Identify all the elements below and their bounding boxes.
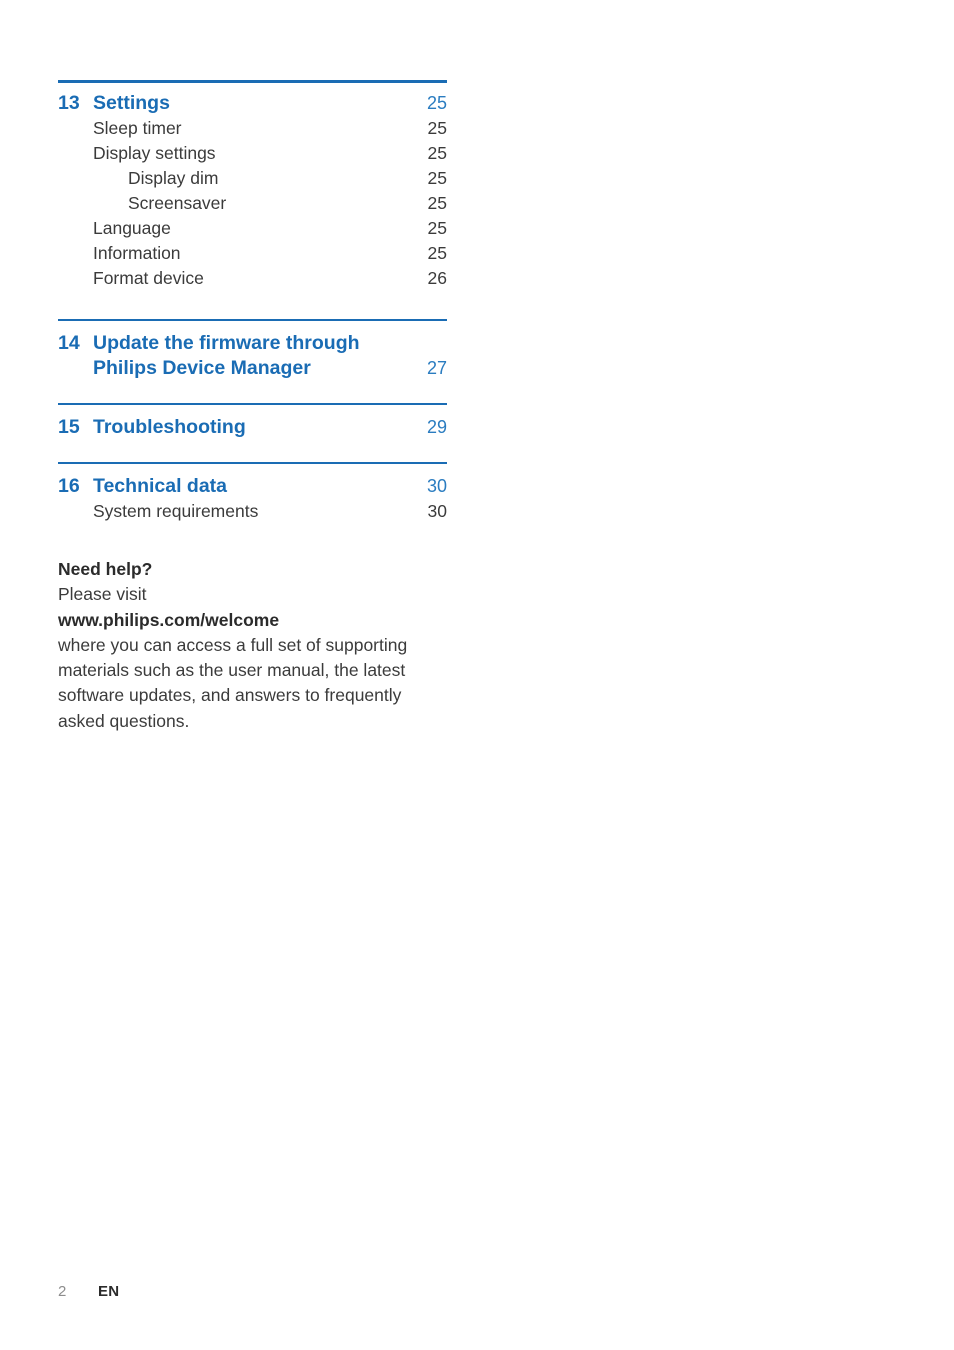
- toc-section-heading[interactable]: 13 Settings 25: [58, 91, 447, 116]
- section-title-line-1: Update the firmware through: [93, 332, 360, 354]
- toc-entry[interactable]: Information 25: [58, 241, 447, 266]
- section-page-number: 25: [426, 93, 447, 113]
- toc-entry-page: 25: [427, 218, 447, 238]
- toc-entry[interactable]: Display dim 25: [58, 166, 447, 191]
- toc-entry-label: Format device: [93, 268, 204, 288]
- toc-entry-page: 25: [427, 193, 447, 213]
- section-page-number: 30: [426, 476, 447, 496]
- toc-entry[interactable]: Screensaver 25: [58, 191, 447, 216]
- footer-page-number: 2: [58, 1283, 67, 1300]
- section-title: Settings: [93, 92, 170, 114]
- section-number: 13: [58, 92, 80, 114]
- toc-section-16: 16 Technical data 30 System requirements…: [58, 464, 447, 524]
- need-help-block: Need help? Please visit www.philips.com/…: [58, 557, 458, 734]
- section-page-number: 27: [426, 358, 447, 378]
- toc-entry-label: Display settings: [93, 143, 216, 163]
- toc-entry-page: 25: [427, 243, 447, 263]
- section-title: Update the firmware through Philips Devi…: [93, 331, 407, 381]
- section-page-number: 29: [426, 417, 447, 437]
- toc-entry-page: 25: [427, 118, 447, 138]
- page-footer: 2 EN: [58, 1283, 119, 1300]
- toc-section-heading[interactable]: 15 Troubleshooting 29: [58, 415, 447, 440]
- footer-language-code: EN: [98, 1283, 120, 1300]
- section-title: Technical data: [93, 475, 228, 497]
- toc-section-15: 15 Troubleshooting 29: [58, 405, 447, 440]
- section-title-line-2: Philips Device Manager: [93, 357, 311, 379]
- toc-section-13: 13 Settings 25 Sleep timer 25 Display se…: [58, 83, 447, 291]
- section-title: Troubleshooting: [93, 416, 246, 438]
- toc-section-14: 14 Update the firmware through Philips D…: [58, 321, 447, 381]
- toc-entry-label: Sleep timer: [93, 118, 182, 138]
- toc-entry-label: Information: [93, 243, 181, 263]
- toc-entry-label: Display dim: [128, 168, 219, 188]
- toc-entry[interactable]: Sleep timer 25: [58, 116, 447, 141]
- toc-entry[interactable]: Format device 26: [58, 266, 447, 291]
- table-of-contents: 13 Settings 25 Sleep timer 25 Display se…: [58, 80, 447, 524]
- toc-entry-page: 25: [427, 168, 447, 188]
- toc-entry-page: 30: [427, 501, 447, 521]
- toc-entry-page: 25: [427, 143, 447, 163]
- toc-entry-label: System requirements: [93, 501, 259, 521]
- philips-welcome-url[interactable]: www.philips.com/welcome: [58, 608, 458, 633]
- toc-entry[interactable]: Language 25: [58, 216, 447, 241]
- toc-section-heading[interactable]: 14 Update the firmware through Philips D…: [58, 331, 447, 381]
- toc-entry-label: Language: [93, 218, 171, 238]
- toc-entry-label: Screensaver: [128, 193, 227, 213]
- toc-entry[interactable]: Display settings 25: [58, 141, 447, 166]
- section-number: 14: [58, 332, 80, 354]
- need-help-visit-line: Please visit: [58, 584, 147, 605]
- document-page: 13 Settings 25 Sleep timer 25 Display se…: [0, 0, 954, 1350]
- toc-entry-page: 26: [427, 268, 447, 288]
- toc-entry[interactable]: System requirements 30: [58, 499, 447, 524]
- toc-section-heading[interactable]: 16 Technical data 30: [58, 474, 447, 499]
- need-help-heading: Need help?: [58, 559, 153, 579]
- need-help-paragraph: where you can access a full set of suppo…: [58, 634, 408, 731]
- section-number: 16: [58, 475, 80, 497]
- section-number: 15: [58, 416, 80, 438]
